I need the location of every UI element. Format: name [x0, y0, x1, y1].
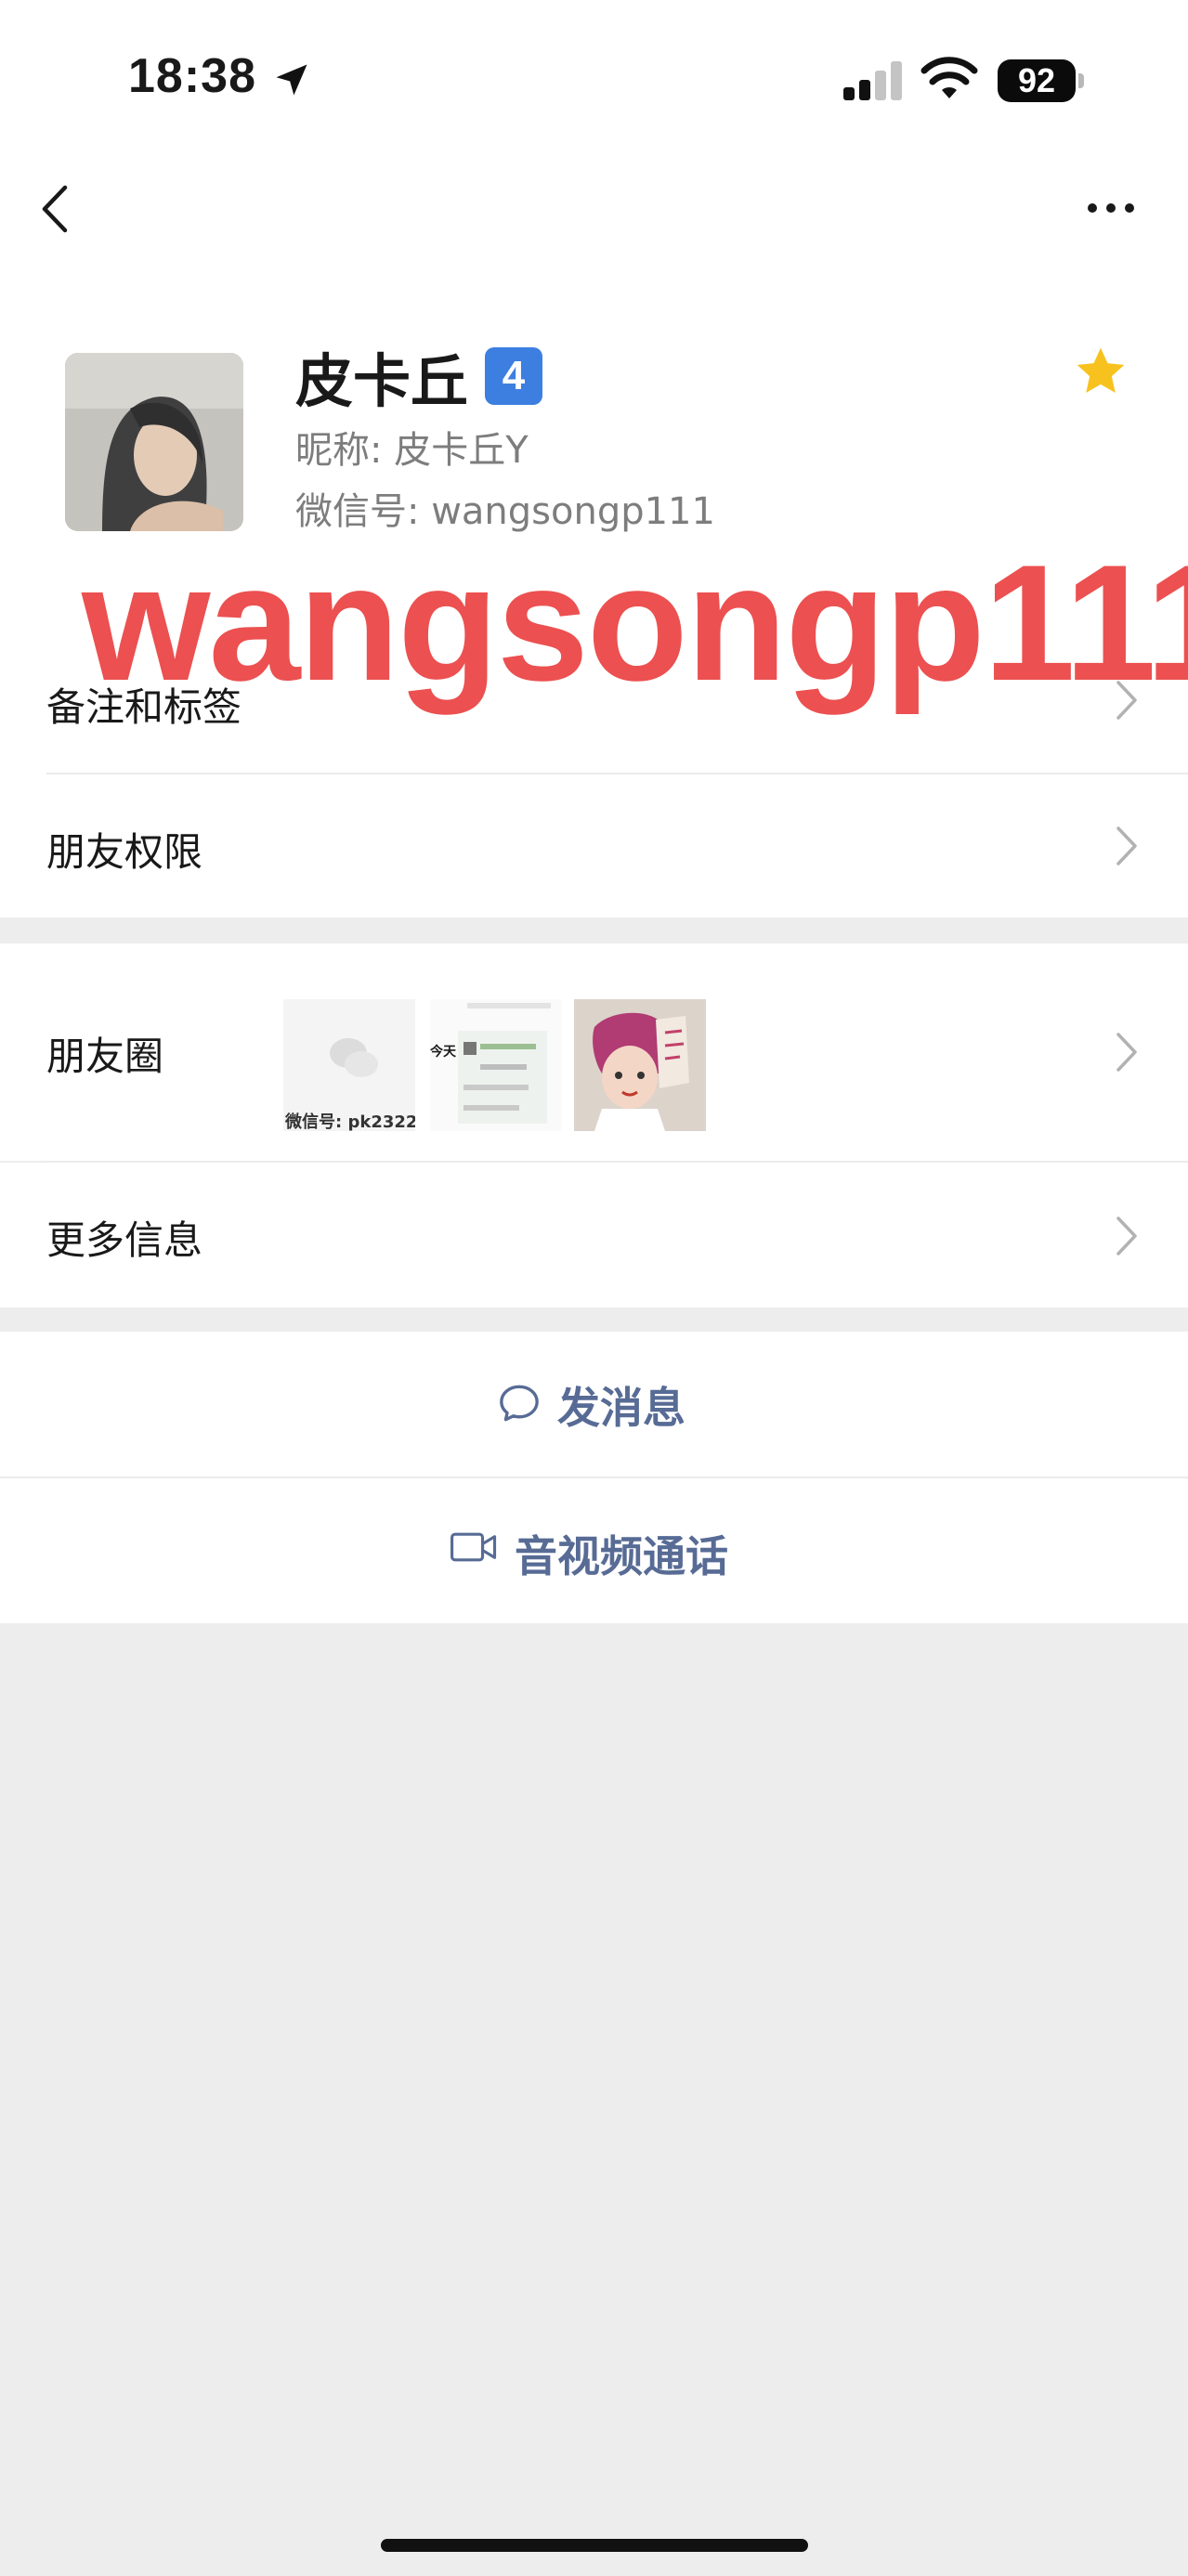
- section-gap: [0, 1308, 1188, 1332]
- moments-thumb-3: [574, 999, 706, 1131]
- thumb-avatar: [463, 1042, 477, 1055]
- home-indicator[interactable]: [381, 2539, 808, 2552]
- send-message-label: 发消息: [557, 1383, 685, 1433]
- thumb-line: [463, 1105, 519, 1111]
- chevron-right-icon: [1116, 1033, 1137, 1072]
- thumb-chat-screenshot: [458, 1031, 547, 1124]
- avatar[interactable]: [65, 353, 243, 531]
- cartoon-thumb-image: [574, 999, 706, 1131]
- row-permissions-label: 朋友权限: [46, 829, 203, 875]
- chevron-right-icon: [1116, 1216, 1137, 1255]
- keycap-badge: 4: [485, 347, 543, 405]
- row-more-info[interactable]: 更多信息: [0, 1163, 1188, 1308]
- thumb-heading: 今天: [430, 1045, 456, 1060]
- avatar-photo: [65, 353, 243, 531]
- thumb-line: [480, 1044, 536, 1049]
- signal-icon: [843, 61, 902, 100]
- video-camera-icon: [450, 1532, 497, 1562]
- contact-name-text: 皮卡丘: [295, 347, 469, 415]
- moments-thumb-2: 今天: [430, 999, 562, 1131]
- watermark-text: wangsongp111: [82, 530, 1188, 715]
- row-moments[interactable]: 朋友圈 微信号: pk232222 今天: [0, 943, 1188, 1161]
- wifi-icon: [920, 57, 978, 98]
- contact-name: 皮卡丘 4: [295, 334, 543, 418]
- battery-icon: 92: [998, 59, 1085, 102]
- star-icon[interactable]: [1072, 344, 1129, 401]
- thumb-line: [480, 1064, 527, 1070]
- more-icon[interactable]: [1085, 191, 1137, 225]
- section-gap: [0, 917, 1188, 943]
- status-time: 18:38: [128, 49, 256, 103]
- nickname: 昵称: 皮卡丘Y: [295, 429, 529, 472]
- thumb-caption: 微信号: pk232222: [285, 1112, 415, 1131]
- location-arrow-icon: [276, 64, 307, 96]
- thumb-line: [467, 1003, 551, 1008]
- battery-level: 92: [998, 59, 1076, 102]
- wechat-id: 微信号: wangsongp111: [295, 490, 715, 533]
- row-friend-permissions[interactable]: 朋友权限: [0, 774, 1188, 917]
- row-moments-label: 朋友圈: [46, 1034, 164, 1079]
- chevron-right-icon: [1116, 826, 1137, 865]
- wechat-logo-icon: [330, 1038, 378, 1077]
- battery-cap: [1078, 73, 1084, 88]
- call-label: 音视频通话: [515, 1531, 728, 1581]
- audio-video-call-button[interactable]: 音视频通话: [0, 1478, 1188, 1623]
- thumb-line: [463, 1085, 529, 1090]
- back-icon[interactable]: [37, 182, 74, 236]
- send-message-button[interactable]: 发消息: [0, 1332, 1188, 1477]
- row-more-info-label: 更多信息: [46, 1217, 203, 1263]
- chat-bubble-icon: [500, 1385, 539, 1422]
- moments-thumb-1: 微信号: pk232222: [283, 999, 415, 1131]
